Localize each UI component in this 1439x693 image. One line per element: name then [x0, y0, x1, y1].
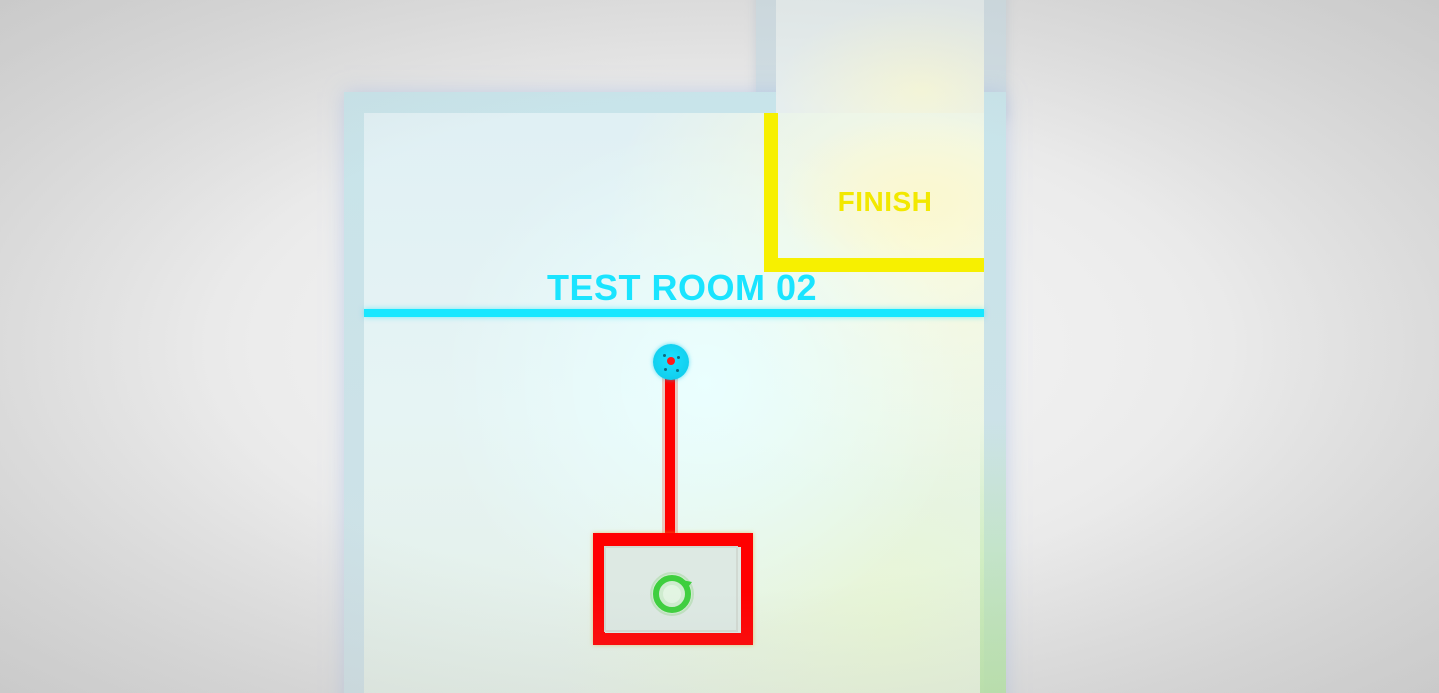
green-ring-player-icon[interactable]	[648, 570, 696, 618]
corridor-floor	[776, 0, 984, 113]
knob-dot	[664, 368, 667, 371]
knob-dot	[676, 369, 679, 372]
player-ring-svg	[650, 572, 694, 616]
knob-dot	[677, 356, 680, 359]
knob-dot	[663, 354, 666, 357]
cyan-divider-line	[364, 309, 984, 317]
knob-core	[667, 357, 675, 365]
wall-green-edge	[980, 420, 1006, 693]
cyan-knob-icon[interactable]	[653, 344, 689, 380]
room-title: TEST ROOM 02	[546, 267, 818, 308]
finish-label: FINISH	[837, 186, 933, 217]
lever-pole[interactable]	[662, 368, 678, 540]
